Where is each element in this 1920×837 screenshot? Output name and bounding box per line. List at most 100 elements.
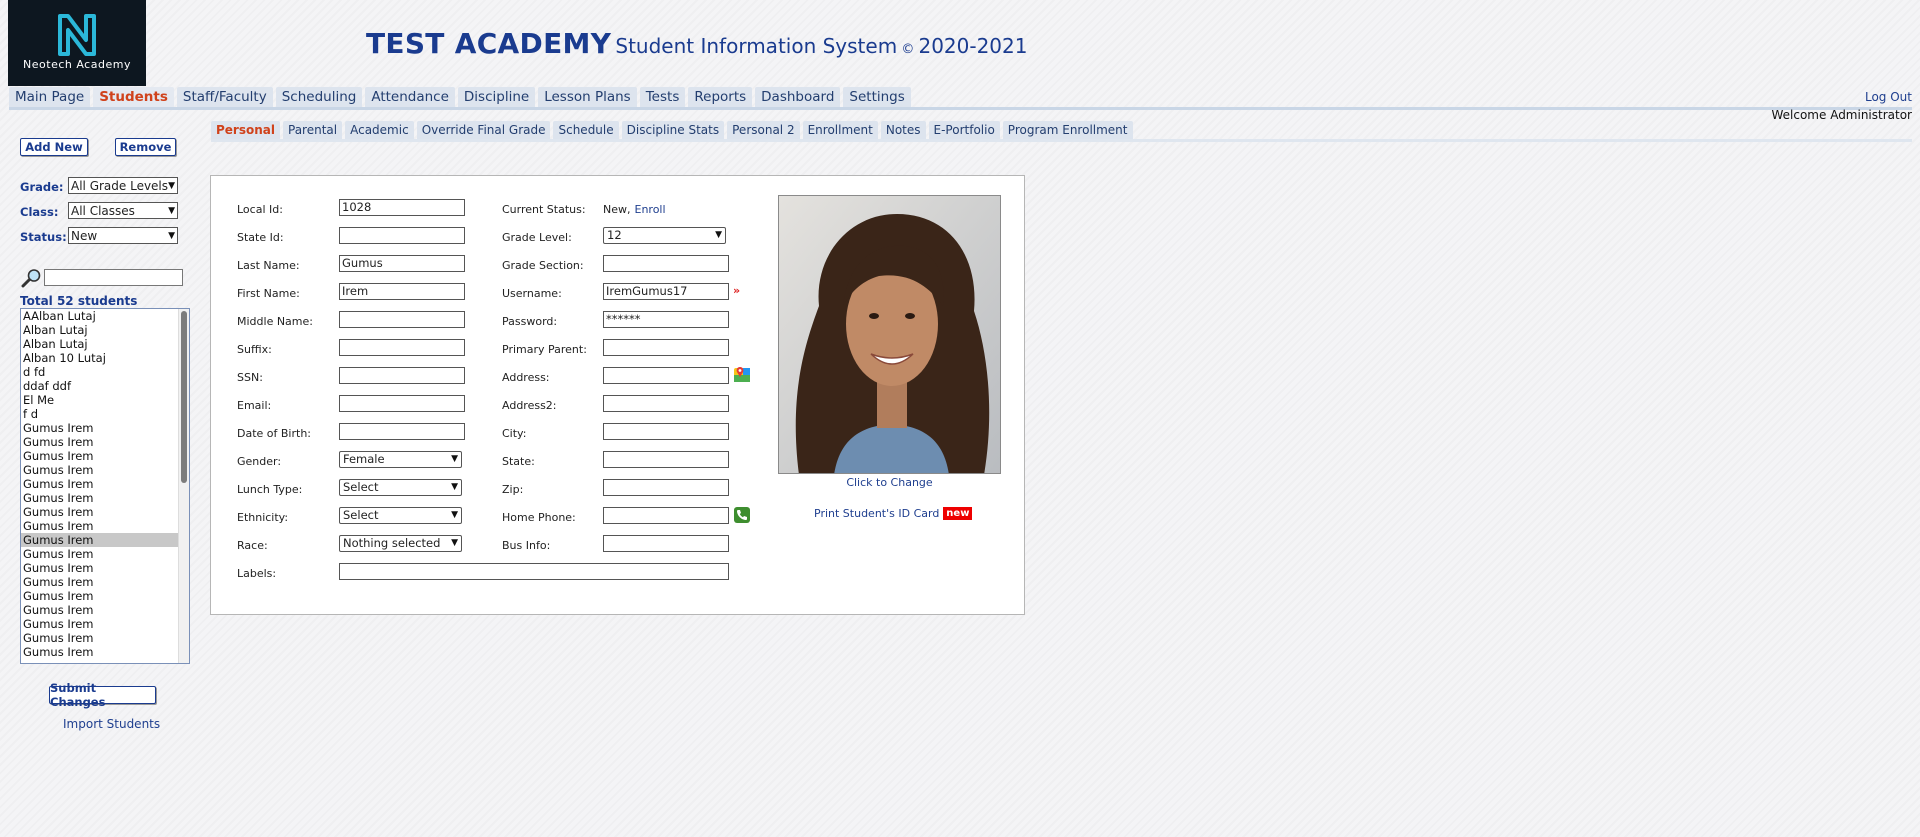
student-list-item[interactable]: ddaf ddf (21, 379, 178, 393)
suffix-field[interactable] (339, 339, 465, 356)
primary-parent-field[interactable] (603, 339, 729, 356)
student-list-item[interactable]: Alban Lutaj (21, 323, 178, 337)
main-navigation: Main Page Students Staff/Faculty Scheduling… (9, 87, 911, 107)
add-new-button[interactable]: Add New (20, 138, 88, 156)
student-list-item[interactable]: Gumus Irem (21, 547, 178, 561)
middle-name-field[interactable] (339, 311, 465, 328)
nav-item-main-page[interactable]: Main Page (9, 87, 91, 107)
gender-select[interactable]: Female ▼ (339, 451, 462, 468)
grade-section-field[interactable] (603, 255, 729, 272)
student-list-item[interactable]: f d (21, 407, 178, 421)
student-list-item[interactable]: Gumus Irem (21, 505, 178, 519)
total-students-count: Total 52 students (20, 294, 138, 308)
tab-program-enrollment[interactable]: Program Enrollment (1002, 121, 1133, 139)
nav-item-staff-faculty[interactable]: Staff/Faculty (176, 87, 273, 107)
lunch-type-label: Lunch Type: (237, 483, 303, 496)
student-list-item[interactable]: Gumus Irem (21, 477, 178, 491)
state-field[interactable] (603, 451, 729, 468)
tab-e-portfolio[interactable]: E-Portfolio (928, 121, 1000, 139)
tab-parental[interactable]: Parental (283, 121, 343, 139)
print-id-card-link[interactable]: Print Student's ID Card (814, 507, 939, 520)
tab-enrollment[interactable]: Enrollment (802, 121, 878, 139)
zip-field[interactable] (603, 479, 729, 496)
logout-link[interactable]: Log Out (1865, 90, 1912, 104)
scrollbar-thumb[interactable] (181, 311, 187, 483)
race-multiselect[interactable]: Nothing selected ▼ (339, 535, 462, 552)
student-list-item[interactable]: Gumus Irem (21, 449, 178, 463)
print-id-card[interactable]: Print Student's ID Card new (814, 507, 973, 520)
grade-level-select[interactable]: 12 ▼ (603, 227, 726, 244)
nav-item-students[interactable]: Students (93, 87, 174, 107)
ssn-field[interactable] (339, 367, 465, 384)
nav-item-tests[interactable]: Tests (639, 87, 686, 107)
student-list-item[interactable]: Gumus Irem (21, 575, 178, 589)
remove-button[interactable]: Remove (115, 138, 176, 156)
student-list-item[interactable]: Gumus Irem (21, 421, 178, 435)
student-list-item[interactable]: Gumus Irem (21, 645, 178, 659)
search-icon[interactable] (20, 268, 42, 288)
nav-item-dashboard[interactable]: Dashboard (755, 87, 841, 107)
tab-schedule[interactable]: Schedule (553, 121, 619, 139)
student-list-scrollbar[interactable] (178, 309, 189, 663)
map-icon[interactable] (734, 366, 750, 382)
student-list-item[interactable]: Gumus Irem (21, 561, 178, 575)
nav-item-attendance[interactable]: Attendance (365, 87, 455, 107)
nav-item-scheduling[interactable]: Scheduling (275, 87, 363, 107)
lunch-type-select[interactable]: Select ▼ (339, 479, 462, 496)
phone-icon[interactable] (734, 507, 750, 523)
labels-field[interactable] (339, 563, 729, 580)
tab-personal[interactable]: Personal (211, 121, 280, 139)
bus-info-field[interactable] (603, 535, 729, 552)
dob-field[interactable] (339, 423, 465, 440)
gender-label: Gender: (237, 455, 282, 468)
suffix-label: Suffix: (237, 343, 272, 356)
change-photo-link[interactable]: Click to Change (778, 476, 1001, 489)
local-id-field[interactable]: 1028 (339, 199, 465, 216)
student-list-item[interactable]: Gumus Irem (21, 519, 178, 533)
password-field[interactable]: ****** (603, 311, 729, 328)
student-list-item[interactable]: Gumus Irem (21, 491, 178, 505)
grade-filter-select[interactable]: All Grade Levels ▼ (68, 177, 178, 194)
import-students-link[interactable]: Import Students (63, 717, 160, 731)
status-filter-select[interactable]: New ▼ (68, 227, 178, 244)
username-field[interactable]: IremGumus17 (603, 283, 729, 300)
student-search-input[interactable] (44, 269, 183, 286)
enroll-link[interactable]: Enroll (635, 203, 666, 216)
student-list-item[interactable]: Gumus Irem (21, 589, 178, 603)
nav-item-reports[interactable]: Reports (688, 87, 753, 107)
address2-field[interactable] (603, 395, 729, 412)
city-field[interactable] (603, 423, 729, 440)
tab-override-final-grade[interactable]: Override Final Grade (416, 121, 551, 139)
student-list-item[interactable]: AAlban Lutaj (21, 309, 178, 323)
nav-item-discipline[interactable]: Discipline (457, 87, 536, 107)
last-name-field[interactable]: Gumus (339, 255, 465, 272)
tab-academic[interactable]: Academic (345, 121, 414, 139)
tab-notes[interactable]: Notes (880, 121, 926, 139)
student-list-item[interactable]: Gumus Irem (21, 631, 178, 645)
email-field[interactable] (339, 395, 465, 412)
student-list-item[interactable]: Gumus Irem (21, 463, 178, 477)
student-list[interactable]: AAlban Lutaj Alban Lutaj Alban Lutaj Alban … (20, 308, 190, 664)
bus-info-label: Bus Info: (502, 539, 551, 552)
nav-item-lesson-plans[interactable]: Lesson Plans (538, 87, 637, 107)
ethnicity-select[interactable]: Select ▼ (339, 507, 462, 524)
student-list-item[interactable]: Gumus Irem (21, 603, 178, 617)
student-list-item[interactable]: El Me (21, 393, 178, 407)
student-list-item[interactable]: Alban 10 Lutaj (21, 351, 178, 365)
student-list-item[interactable]: d fd (21, 365, 178, 379)
tab-discipline-stats[interactable]: Discipline Stats (621, 121, 725, 139)
student-list-item[interactable]: Gumus Irem (21, 617, 178, 631)
address-field[interactable] (603, 367, 729, 384)
student-list-item[interactable]: Gumus Irem (21, 435, 178, 449)
tab-personal-2[interactable]: Personal 2 (727, 121, 800, 139)
submit-changes-button[interactable]: Submit Changes (49, 681, 156, 709)
school-logo[interactable]: Neotech Academy (8, 0, 146, 86)
student-list-item[interactable]: Alban Lutaj (21, 337, 178, 351)
state-id-field[interactable] (339, 227, 465, 244)
home-phone-field[interactable] (603, 507, 729, 524)
class-filter-select[interactable]: All Classes ▼ (68, 202, 178, 219)
student-list-item[interactable]: Gumus Irem (21, 533, 178, 547)
nav-item-settings[interactable]: Settings (843, 87, 911, 107)
student-photo[interactable] (778, 195, 1001, 474)
first-name-field[interactable]: Irem (339, 283, 465, 300)
